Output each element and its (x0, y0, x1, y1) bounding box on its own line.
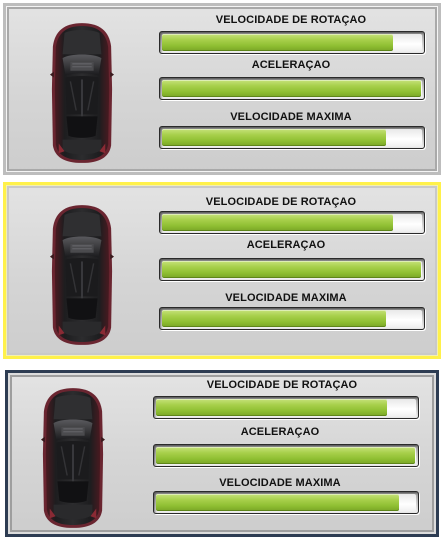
car-select-panel-1[interactable]: VELOCIDADE DE ROTAÇAO ACELERAÇAO VELOCID… (3, 3, 441, 175)
stat-label-acceleration: ACELERAÇAO (246, 239, 326, 251)
stat-bar-fill (162, 261, 421, 278)
stat-bar-acceleration (159, 77, 425, 100)
stat-bar-fill (162, 80, 421, 97)
stat-label-acceleration: ACELERAÇAO (251, 59, 331, 71)
stat-bar-fill (162, 129, 386, 146)
red-car-top-view-icon (49, 204, 115, 346)
car-select-panel-2[interactable]: VELOCIDADE DE ROTAÇAO ACELERAÇAO VELOCID… (3, 182, 441, 359)
stat-bar-fill (156, 494, 400, 511)
red-car-top-view-icon (49, 22, 115, 164)
stat-bar-fill (156, 447, 415, 464)
stat-bar-fill (162, 34, 394, 51)
stat-label-max-speed: VELOCIDADE MAXIMA (230, 111, 352, 123)
stat-bar-fill (162, 310, 386, 327)
stat-bar-max-speed (159, 126, 425, 149)
stat-bar-max-speed (153, 491, 419, 514)
stat-label-rotation-speed: VELOCIDADE DE ROTAÇAO (205, 196, 357, 208)
stat-bar-acceleration (159, 258, 425, 281)
car-select-panel-3[interactable]: VELOCIDADE DE ROTAÇAO ACELERAÇAO VELOCID… (5, 370, 439, 537)
stat-bar-rotation-speed (159, 211, 425, 234)
stat-label-max-speed: VELOCIDADE MAXIMA (219, 477, 341, 489)
red-car-top-view-icon (40, 387, 106, 529)
stat-bar-max-speed (159, 307, 425, 330)
stat-bar-fill (162, 214, 394, 231)
stat-label-acceleration: ACELERAÇAO (240, 426, 320, 438)
stat-label-max-speed: VELOCIDADE MAXIMA (225, 292, 347, 304)
stat-label-rotation-speed: VELOCIDADE DE ROTAÇAO (206, 379, 358, 391)
stat-bar-acceleration (153, 444, 419, 467)
stat-bar-rotation-speed (159, 31, 425, 54)
stat-label-rotation-speed: VELOCIDADE DE ROTAÇAO (215, 14, 367, 26)
stat-bar-fill (156, 399, 388, 416)
stat-bar-rotation-speed (153, 396, 419, 419)
